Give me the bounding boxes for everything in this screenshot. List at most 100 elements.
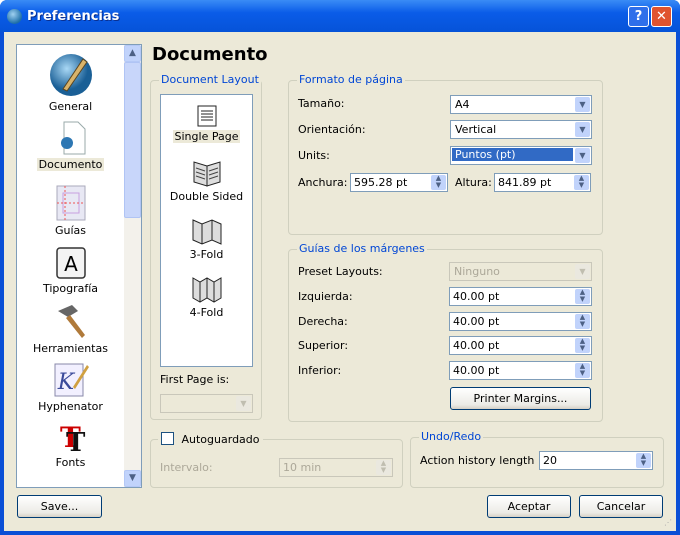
group-legend: Undo/Redo [419,430,484,443]
spin-arrows-icon[interactable]: ▲ ▼ [575,338,590,353]
right-margin-label: Derecha: [298,315,348,328]
svg-text:K: K [56,370,75,395]
layout-label: 3-Fold [189,248,224,261]
save-button[interactable]: Save... [17,495,102,518]
sidebar-label: Documento [36,158,105,171]
units-select[interactable]: Puntos (pt) ▼ [450,146,592,165]
left-margin-spinbox[interactable]: 40.00 pt ▲ ▼ [449,287,592,306]
scroll-up-icon[interactable]: ▲ [124,45,141,62]
typography-icon: A [55,247,86,279]
preset-layouts-select[interactable]: Ninguno ▼ [449,262,592,281]
group-legend: Guías de los márgenes [297,242,427,255]
units-value: Puntos (pt) [452,148,573,161]
printer-margins-button[interactable]: Printer Margins... [450,387,591,410]
hyphenator-icon: K [54,363,89,397]
sidebar-label: Guías [54,224,87,237]
layout-label: 4-Fold [189,306,224,319]
resize-grip-icon[interactable]: ⋰ [664,518,672,527]
sidebar-item-documento[interactable]: Documento [17,121,124,171]
sidebar-item-general[interactable]: General [17,53,124,113]
height-value: 841.89 pt [498,176,552,189]
history-length-value: 20 [543,454,557,467]
spin-arrows-icon[interactable]: ▲ ▼ [575,363,590,378]
layout-3-fold[interactable]: 3-Fold [161,219,252,261]
three-fold-icon [192,219,221,245]
history-length-label: Action history length [420,454,535,467]
fonts-icon: TT [60,421,86,458]
height-spinbox[interactable]: 841.89 pt ▲ ▼ [494,173,591,192]
layout-label: Single Page [172,130,241,143]
chevron-down-icon: ▼ [575,122,590,137]
scroll-thumb[interactable] [124,62,141,218]
right-margin-value: 40.00 pt [453,315,500,328]
spin-arrows-icon: ▲ ▼ [376,460,391,475]
close-button[interactable]: ✕ [651,6,672,27]
layout-label: Double Sided [169,190,244,203]
svg-text:T: T [66,428,86,453]
spin-arrows-icon[interactable]: ▲ ▼ [431,175,446,190]
sidebar-item-guias[interactable]: Guías [17,185,124,237]
hammer-icon [57,305,85,338]
top-margin-spinbox[interactable]: 40.00 pt ▲ ▼ [449,336,592,355]
sidebar-scrollbar[interactable]: ▲ ▼ [124,45,141,487]
orientation-label: Orientación: [298,123,366,136]
first-page-select[interactable]: ▼ [160,394,253,413]
width-label: Anchura: [298,176,348,189]
chevron-down-icon: ▼ [236,396,251,411]
right-margin-spinbox[interactable]: 40.00 pt ▲ ▼ [449,312,592,331]
general-pen-globe-icon [49,54,92,96]
interval-value: 10 min [283,461,322,474]
four-fold-icon [192,277,221,303]
bottom-margin-value: 40.00 pt [453,364,500,377]
autosave-checkbox[interactable] [161,432,174,445]
sidebar-item-herramientas[interactable]: Herramientas [17,303,124,355]
size-select[interactable]: A4 ▼ [450,95,592,114]
group-legend: Formato de página [297,73,405,86]
orientation-select[interactable]: Vertical ▼ [450,120,592,139]
top-margin-label: Superior: [298,339,349,352]
sidebar-item-tipografia[interactable]: A Tipografía [17,247,124,295]
bottom-margin-label: Inferior: [298,364,342,377]
height-label: Altura: [455,176,492,189]
help-button[interactable]: ? [628,6,649,27]
bottom-margin-spinbox[interactable]: 40.00 pt ▲ ▼ [449,361,592,380]
sidebar-label: Fonts [55,456,86,469]
double-sided-icon [193,161,220,187]
width-spinbox[interactable]: 595.28 pt ▲ ▼ [350,173,448,192]
layout-4-fold[interactable]: 4-Fold [161,277,252,319]
width-value: 595.28 pt [354,176,408,189]
chevron-down-icon: ▼ [575,97,590,112]
preset-layouts-label: Preset Layouts: [298,265,383,278]
sidebar-item-fonts[interactable]: TT Fonts [17,419,124,469]
sidebar-label: Tipografía [42,282,99,295]
document-icon [60,121,85,155]
autosave-checkbox-row[interactable]: Autoguardado [158,432,263,446]
single-page-icon [197,105,216,127]
spin-arrows-icon[interactable]: ▲ ▼ [575,314,590,329]
window-title: Preferencias [27,9,120,24]
scroll-down-icon[interactable]: ▼ [124,470,141,487]
layout-single-page[interactable]: Single Page [161,105,252,143]
preset-value: Ninguno [454,265,500,278]
interval-spinbox[interactable]: 10 min ▲ ▼ [279,458,393,477]
guides-icon [56,185,85,221]
spin-arrows-icon[interactable]: ▲ ▼ [575,289,590,304]
layout-list[interactable]: Single Page Double Sided 3-Fold 4-Fold [160,94,253,367]
spin-arrows-icon[interactable]: ▲ ▼ [574,175,589,190]
category-list[interactable]: General Documento Guías A Tipografía Her… [16,44,142,488]
cancel-button[interactable]: Cancelar [579,495,663,518]
app-icon [7,9,22,24]
title-bar[interactable]: Preferencias ? ✕ [0,0,680,32]
history-length-spinbox[interactable]: 20 ▲ ▼ [539,451,653,470]
units-label: Units: [298,149,330,162]
accept-button[interactable]: Aceptar [487,495,571,518]
svg-text:A: A [64,252,78,276]
group-legend: Document Layout [159,73,261,86]
autosave-label: Autoguardado [181,433,260,446]
sidebar-item-hyphenator[interactable]: K Hyphenator [17,361,124,413]
spin-arrows-icon[interactable]: ▲ ▼ [636,453,651,468]
chevron-down-icon: ▼ [575,148,590,163]
layout-double-sided[interactable]: Double Sided [161,161,252,203]
sidebar-label: Herramientas [33,342,108,355]
orientation-value: Vertical [455,123,497,136]
